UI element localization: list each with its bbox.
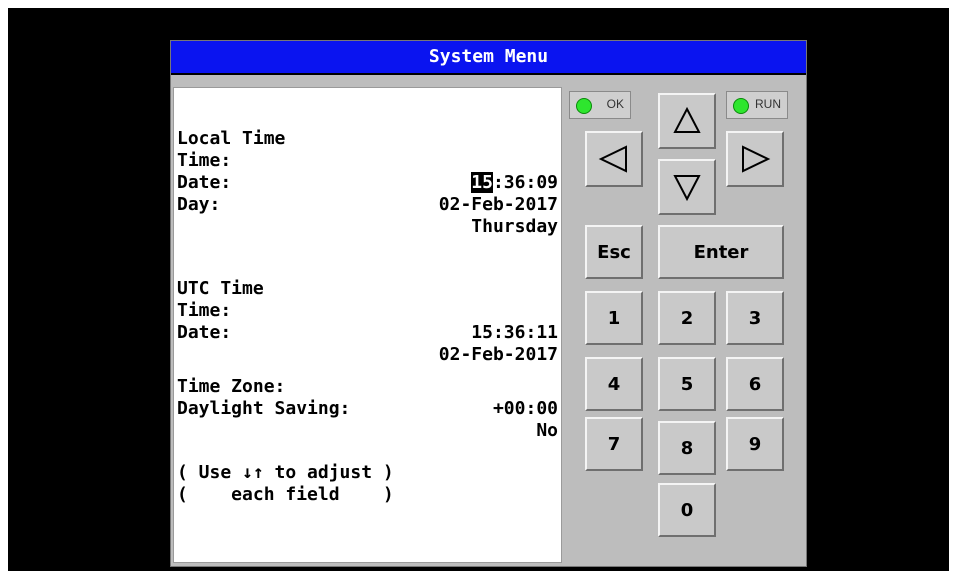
local-time-header: Local Time: [177, 106, 558, 149]
triangle-right-icon: [742, 145, 771, 173]
device-bezel: System Menu Local Time Time: 15:36:09 Da…: [8, 8, 949, 571]
triangle-up-icon: [673, 106, 701, 133]
local-date-row: Date: 02-Feb-2017: [177, 150, 558, 215]
key-2-button[interactable]: 2: [658, 291, 716, 345]
key-1-button[interactable]: 1: [585, 291, 643, 345]
up-arrow-button[interactable]: [658, 93, 716, 149]
utc-date-row: Date: 02-Feb-2017: [177, 300, 558, 365]
daylight-saving-value: No: [536, 420, 558, 441]
hmi-screen: System Menu Local Time Time: 15:36:09 Da…: [170, 40, 807, 567]
key-5-button[interactable]: 5: [658, 357, 716, 411]
key-7-button[interactable]: 7: [585, 417, 643, 471]
ok-indicator: OK: [569, 91, 631, 119]
window-title: System Menu: [171, 41, 806, 75]
key-3-button[interactable]: 3: [726, 291, 784, 345]
left-arrow-button[interactable]: [585, 131, 643, 187]
down-arrow-button[interactable]: [658, 159, 716, 215]
key-9-button[interactable]: 9: [726, 417, 784, 471]
local-day-value: Thursday: [471, 216, 558, 237]
utc-time-header: UTC Time: [177, 256, 558, 299]
enter-button[interactable]: Enter: [658, 225, 784, 279]
utc-time-value: 15:36:11: [471, 322, 558, 343]
triangle-left-icon: [598, 145, 627, 173]
run-label: RUN: [755, 97, 781, 111]
key-6-button[interactable]: 6: [726, 357, 784, 411]
run-led-icon: [733, 98, 749, 114]
esc-button[interactable]: Esc: [585, 225, 643, 279]
daylight-saving-label: Daylight Saving:: [177, 398, 351, 419]
local-date-value: 02-Feb-2017: [438, 194, 558, 215]
time-info-panel: Local Time Time: 15:36:09 Date: 02-Feb-2…: [173, 87, 562, 563]
key-4-button[interactable]: 4: [585, 357, 643, 411]
utc-date-label: Date:: [177, 322, 232, 343]
time-zone-row: Time Zone: +00:00: [177, 354, 558, 419]
utc-time-row: Time: 15:36:11: [177, 278, 558, 343]
local-day-label: Day:: [177, 194, 221, 215]
key-0-button[interactable]: 0: [658, 483, 716, 537]
time-zone-value: +00:00: [492, 398, 558, 419]
local-day-row: Day: Thursday: [177, 172, 558, 237]
hint-line-1: ( Use ↓↑ to adjust ): [177, 462, 394, 483]
ok-led-icon: [576, 98, 592, 114]
ok-label: OK: [606, 97, 624, 111]
daylight-saving-row: Daylight Saving: No: [177, 376, 558, 441]
local-time-row: Time: 15:36:09: [177, 128, 558, 193]
key-8-button[interactable]: 8: [658, 421, 716, 475]
right-arrow-button[interactable]: [726, 131, 784, 187]
triangle-down-icon: [673, 175, 701, 202]
hint-line-2: ( each field ): [177, 484, 394, 505]
run-indicator: RUN: [726, 91, 788, 119]
